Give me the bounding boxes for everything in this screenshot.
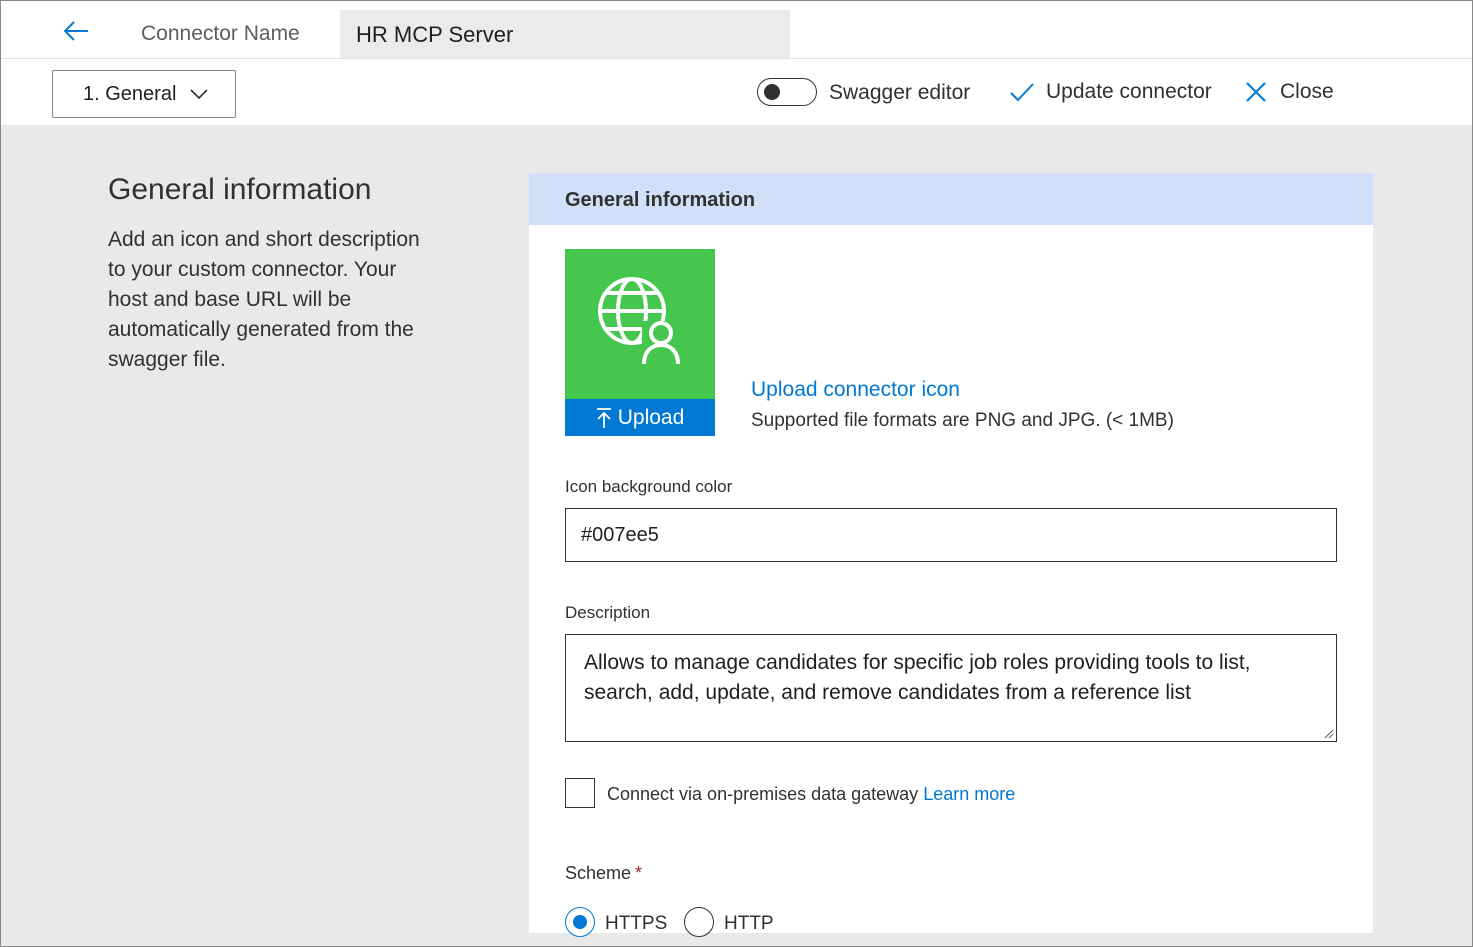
- scheme-label: Scheme: [565, 863, 632, 883]
- scheme-radio-https-label: HTTPS: [605, 913, 668, 934]
- close-label: Close: [1280, 80, 1334, 103]
- step-dropdown-label: 1. General: [83, 82, 177, 105]
- back-button[interactable]: [59, 15, 93, 47]
- globe-person-icon: [598, 277, 682, 367]
- upload-button[interactable]: Upload: [565, 399, 715, 436]
- upload-button-label: Upload: [617, 405, 685, 429]
- step-dropdown[interactable]: 1. General: [52, 70, 236, 118]
- gateway-checkbox[interactable]: [565, 778, 595, 808]
- update-connector-button[interactable]: Update connector: [1009, 80, 1212, 104]
- general-info-panel: General information Upload Upload connec…: [529, 173, 1373, 937]
- swagger-editor-toggle[interactable]: [757, 78, 817, 106]
- scheme-radio-http[interactable]: [684, 907, 714, 937]
- close-icon: [1246, 82, 1266, 102]
- scheme-radio-http-label: HTTP: [724, 913, 774, 934]
- required-marker: *: [635, 863, 643, 883]
- upload-hint: Supported file formats are PNG and JPG. …: [751, 410, 1174, 431]
- scheme-radio-https[interactable]: [565, 907, 595, 937]
- description-textarea[interactable]: Allows to manage candidates for specific…: [565, 634, 1337, 742]
- swagger-editor-label: Swagger editor: [829, 81, 971, 104]
- radio-dot: [573, 915, 587, 929]
- close-button[interactable]: Close: [1245, 80, 1334, 104]
- chevron-down-icon: [190, 88, 208, 100]
- icon-bg-color-label: Icon background color: [565, 477, 733, 496]
- app-window: Connector Name HR MCP Server 1. General …: [0, 0, 1473, 947]
- header-bar: Connector Name HR MCP Server: [1, 1, 1472, 59]
- connector-name-input[interactable]: HR MCP Server: [340, 10, 790, 58]
- gateway-label: Connect via on-premises data gateway: [607, 784, 919, 804]
- learn-more-link[interactable]: Learn more: [923, 784, 1015, 804]
- section-title: General information: [108, 173, 372, 206]
- resize-grip-icon[interactable]: [1322, 727, 1334, 739]
- checkmark-icon: [1010, 83, 1034, 102]
- toolbar: 1. General Swagger editor Update connect…: [1, 59, 1472, 125]
- connector-icon-preview: [565, 249, 715, 399]
- upload-connector-icon-link[interactable]: Upload connector icon: [751, 378, 960, 402]
- connector-name-label: Connector Name: [141, 22, 300, 45]
- gateway-label-row: Connect via on-premises data gateway Lea…: [607, 784, 1015, 805]
- toggle-knob: [764, 84, 780, 100]
- arrow-left-icon: [63, 21, 88, 41]
- update-connector-label: Update connector: [1046, 80, 1212, 103]
- panel-header: General information: [529, 173, 1373, 225]
- description-label: Description: [565, 603, 651, 622]
- description-text: Allows to manage candidates for specific…: [584, 651, 1251, 704]
- section-description: Add an icon and short description to you…: [108, 228, 420, 371]
- upload-arrow-icon: [596, 407, 612, 429]
- icon-bg-color-input[interactable]: [565, 508, 1337, 562]
- scheme-label-row: Scheme *: [565, 863, 642, 884]
